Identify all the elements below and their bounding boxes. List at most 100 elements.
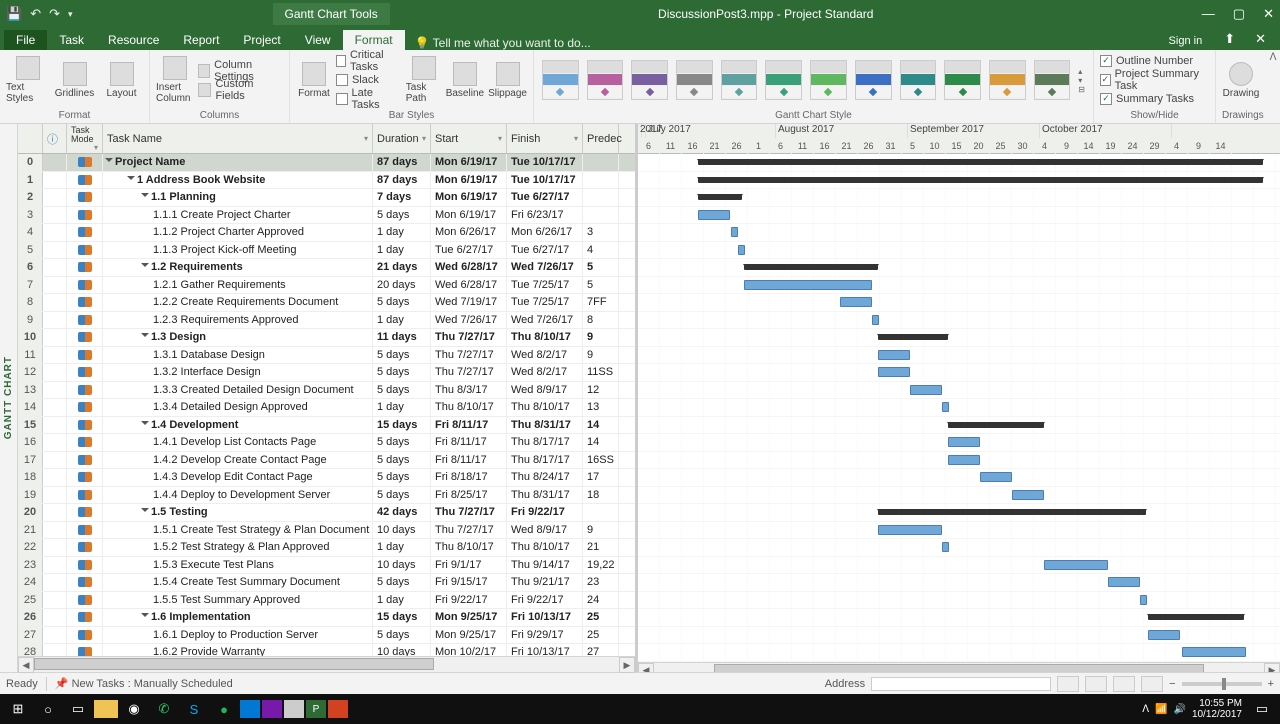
gallery-more-icon[interactable]: ▴▾⊟	[1076, 67, 1087, 94]
gantt-row[interactable]	[638, 294, 1280, 312]
col-task-name[interactable]: Task Name▾	[103, 124, 373, 153]
gantt-style-swatch[interactable]	[900, 60, 937, 100]
task-bar[interactable]	[1044, 560, 1108, 570]
table-row[interactable]: 91.2.3 Requirements Approved1 dayWed 7/2…	[18, 312, 635, 330]
task-bar[interactable]	[878, 350, 910, 360]
table-row[interactable]: 231.5.3 Execute Test Plans10 daysFri 9/1…	[18, 557, 635, 575]
table-row[interactable]: 11 Address Book Website87 daysMon 6/19/1…	[18, 172, 635, 190]
col-duration[interactable]: Duration▾	[373, 124, 431, 153]
sheet-body[interactable]: 0Project Name87 daysMon 6/19/17Tue 10/17…	[18, 154, 635, 656]
gantt-row[interactable]	[638, 574, 1280, 592]
view-task-usage-icon[interactable]	[1085, 676, 1107, 692]
tab-file[interactable]: File	[4, 30, 47, 50]
slack-checkbox[interactable]: Slack	[336, 72, 402, 89]
task-bar[interactable]	[942, 542, 949, 552]
gantt-row[interactable]	[638, 557, 1280, 575]
table-row[interactable]: 171.4.2 Develop Create Contact Page5 day…	[18, 452, 635, 470]
table-row[interactable]: 201.5 Testing42 daysThu 7/27/17Fri 9/22/…	[18, 504, 635, 522]
status-new-tasks[interactable]: 📌 New Tasks : Manually Scheduled	[55, 677, 233, 690]
table-row[interactable]: 281.6.2 Provide Warranty10 daysMon 10/2/…	[18, 644, 635, 656]
table-row[interactable]: 191.4.4 Deploy to Development Server5 da…	[18, 487, 635, 505]
gantt-row[interactable]	[638, 452, 1280, 470]
table-row[interactable]: 211.5.1 Create Test Strategy & Plan Docu…	[18, 522, 635, 540]
gantt-body[interactable]	[638, 154, 1280, 662]
gantt-style-gallery[interactable]: ▴▾⊟	[540, 52, 1087, 108]
minimize-icon[interactable]: —	[1202, 6, 1215, 22]
onenote-icon[interactable]	[262, 700, 282, 718]
table-row[interactable]: 221.5.2 Test Strategy & Plan Approved1 d…	[18, 539, 635, 557]
gantt-style-swatch[interactable]	[587, 60, 624, 100]
gantt-row[interactable]	[638, 382, 1280, 400]
task-bar[interactable]	[731, 227, 738, 237]
task-bar[interactable]	[1012, 490, 1044, 500]
task-bar[interactable]	[980, 472, 1012, 482]
summary-bar[interactable]	[878, 509, 1146, 515]
scroll-left-icon[interactable]: ◀	[638, 663, 654, 673]
table-row[interactable]: 71.2.1 Gather Requirements20 daysWed 6/2…	[18, 277, 635, 295]
view-gantt-icon[interactable]	[1057, 676, 1079, 692]
task-bar[interactable]	[698, 210, 730, 220]
chrome-icon[interactable]: ◉	[120, 697, 148, 721]
view-resource-sheet-icon[interactable]	[1141, 676, 1163, 692]
sheet-hscroll[interactable]: ◀ ▶	[18, 656, 635, 672]
summary-tasks-checkbox[interactable]: Summary Tasks	[1100, 90, 1194, 107]
table-row[interactable]: 41.1.2 Project Charter Approved1 dayMon …	[18, 224, 635, 242]
gantt-style-swatch[interactable]	[676, 60, 713, 100]
gantt-row[interactable]	[638, 172, 1280, 190]
task-bar[interactable]	[878, 525, 942, 535]
spotify-icon[interactable]: ●	[210, 697, 238, 721]
scroll-right-icon[interactable]: ▶	[1264, 663, 1280, 673]
gantt-style-swatch[interactable]	[855, 60, 892, 100]
summary-bar[interactable]	[698, 177, 1263, 183]
scroll-right-icon[interactable]: ▶	[619, 657, 635, 673]
timeline-header[interactable]: 2017July 2017August 2017September 2017Oc…	[638, 124, 1280, 154]
tab-report[interactable]: Report	[171, 30, 231, 50]
table-row[interactable]: 151.4 Development15 daysFri 8/11/17Thu 8…	[18, 417, 635, 435]
task-bar[interactable]	[744, 280, 872, 290]
close-icon[interactable]: ✕	[1263, 6, 1274, 22]
gantt-row[interactable]	[638, 469, 1280, 487]
gantt-row[interactable]	[638, 539, 1280, 557]
col-info[interactable]: ⓘ	[43, 124, 67, 153]
table-row[interactable]: 131.3.3 Created Detailed Design Document…	[18, 382, 635, 400]
gantt-row[interactable]	[638, 329, 1280, 347]
save-icon[interactable]: 💾	[6, 6, 22, 22]
app-icon-3[interactable]	[328, 700, 348, 718]
collapse-ribbon-icon[interactable]: ᐱ	[1270, 52, 1277, 63]
table-row[interactable]: 111.3.1 Database Design5 daysThu 7/27/17…	[18, 347, 635, 365]
sign-in-link[interactable]: Sign in	[1157, 32, 1215, 50]
tray-volume-icon[interactable]: 🔊	[1173, 704, 1185, 715]
table-row[interactable]: 181.4.3 Develop Edit Contact Page5 daysF…	[18, 469, 635, 487]
tab-task[interactable]: Task	[47, 30, 96, 50]
task-bar[interactable]	[942, 402, 949, 412]
custom-fields-button[interactable]: Custom Fields	[198, 81, 283, 98]
task-bar[interactable]	[1182, 647, 1246, 657]
task-bar[interactable]	[738, 245, 745, 255]
project-icon[interactable]: P	[306, 700, 326, 718]
gantt-row[interactable]	[638, 347, 1280, 365]
summary-bar[interactable]	[698, 194, 742, 200]
maximize-icon[interactable]: ▢	[1233, 6, 1245, 22]
col-rownum[interactable]	[18, 124, 43, 153]
table-row[interactable]: 271.6.1 Deploy to Production Server5 day…	[18, 627, 635, 645]
app-icon-2[interactable]	[284, 700, 304, 718]
cortana-icon[interactable]: ○	[34, 697, 62, 721]
tell-me-search[interactable]: 💡 Tell me what you want to do...	[415, 36, 591, 50]
task-bar[interactable]	[878, 367, 910, 377]
gridlines-button[interactable]: Gridlines	[53, 52, 96, 108]
gantt-style-swatch[interactable]	[765, 60, 802, 100]
start-icon[interactable]: ⊞	[4, 697, 32, 721]
gantt-row[interactable]	[638, 154, 1280, 172]
tab-view[interactable]: View	[293, 30, 343, 50]
gantt-row[interactable]	[638, 399, 1280, 417]
table-row[interactable]: 21.1 Planning7 daysMon 6/19/17Tue 6/27/1…	[18, 189, 635, 207]
insert-column-button[interactable]: Insert Column	[156, 52, 194, 108]
gantt-style-swatch[interactable]	[810, 60, 847, 100]
table-row[interactable]: 101.3 Design11 daysThu 7/27/17Thu 8/10/1…	[18, 329, 635, 347]
tray-clock[interactable]: 10:55 PM10/12/2017	[1192, 698, 1242, 720]
gantt-row[interactable]	[638, 434, 1280, 452]
task-bar[interactable]	[1148, 630, 1180, 640]
address-input[interactable]	[871, 677, 1051, 691]
task-bar[interactable]	[1108, 577, 1140, 587]
gantt-style-swatch[interactable]	[542, 60, 579, 100]
